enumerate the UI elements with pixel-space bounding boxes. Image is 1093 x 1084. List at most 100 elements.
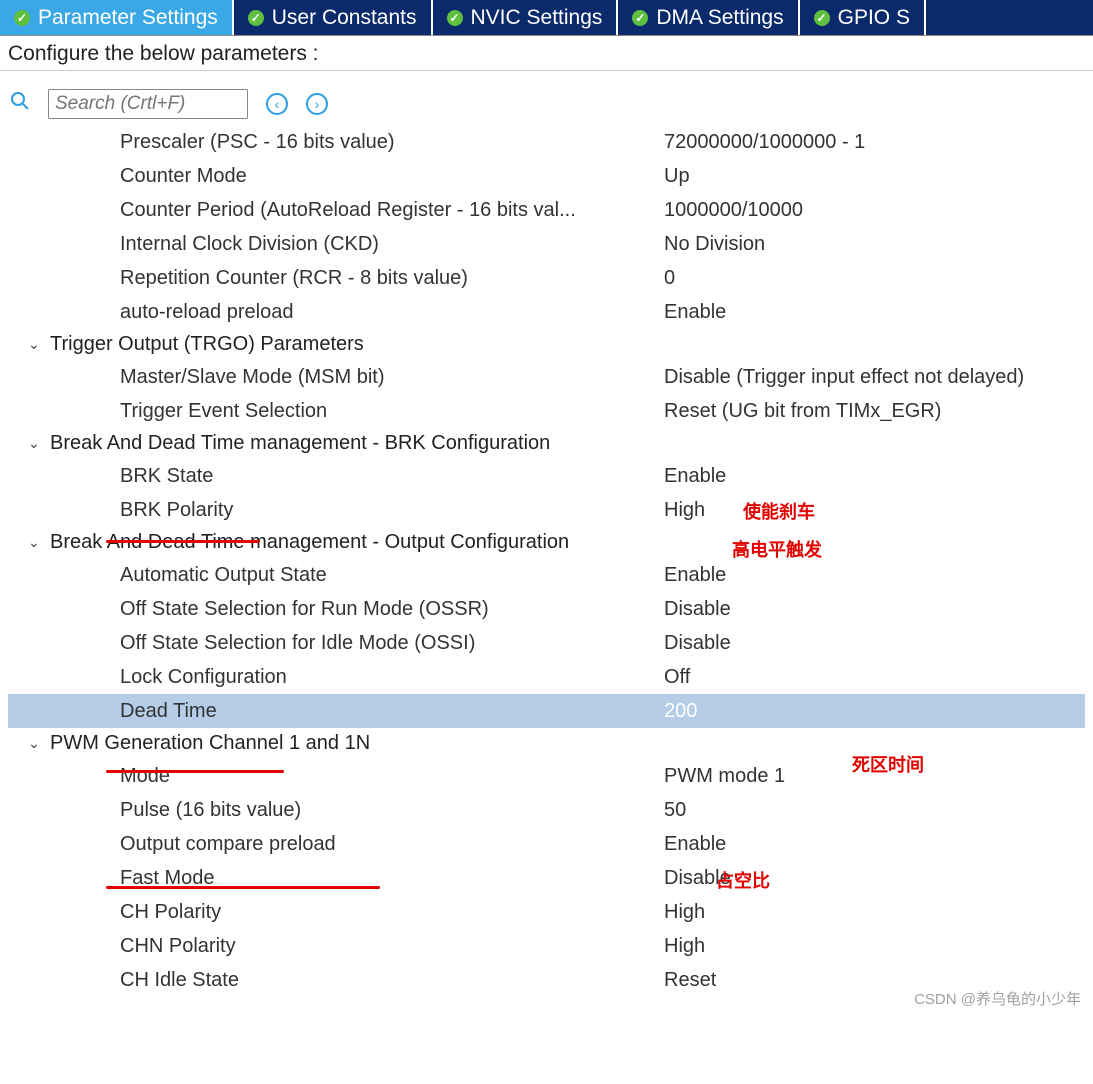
param-row[interactable]: Dead Time200 bbox=[8, 694, 1085, 728]
check-icon: ✓ bbox=[814, 10, 830, 26]
tab-parameter-settings[interactable]: ✓ Parameter Settings bbox=[0, 0, 234, 35]
param-row[interactable]: Fast ModeDisable bbox=[8, 861, 1085, 895]
param-row[interactable]: Internal Clock Division (CKD)No Division bbox=[8, 227, 1085, 261]
search-toolbar: ‹ › bbox=[0, 71, 1093, 125]
param-row[interactable]: Lock ConfigurationOff bbox=[8, 660, 1085, 694]
param-value[interactable]: Enable bbox=[664, 564, 1085, 587]
tab-label: User Constants bbox=[272, 6, 417, 30]
tab-nvic-settings[interactable]: ✓ NVIC Settings bbox=[433, 0, 619, 35]
annotation-underline bbox=[106, 540, 260, 543]
tab-gpio-settings[interactable]: ✓ GPIO S bbox=[800, 0, 926, 35]
param-value[interactable]: Enable bbox=[664, 301, 1085, 324]
param-label: Automatic Output State bbox=[120, 564, 664, 587]
param-value[interactable]: Enable bbox=[664, 833, 1085, 856]
param-row[interactable]: Counter Period (AutoReload Register - 16… bbox=[8, 193, 1085, 227]
param-label: Off State Selection for Run Mode (OSSR) bbox=[120, 598, 664, 621]
param-value[interactable]: 72000000/1000000 - 1 bbox=[664, 131, 1085, 154]
param-value[interactable]: 200 bbox=[664, 700, 1085, 723]
param-label: Lock Configuration bbox=[120, 666, 664, 689]
param-label: Master/Slave Mode (MSM bit) bbox=[120, 366, 664, 389]
param-label: CH Polarity bbox=[120, 901, 664, 924]
param-row[interactable]: Prescaler (PSC - 16 bits value)72000000/… bbox=[8, 125, 1085, 159]
group-title: PWM Generation Channel 1 and 1N bbox=[50, 732, 370, 755]
search-icon[interactable] bbox=[10, 91, 30, 117]
param-value[interactable]: 50 bbox=[664, 799, 1085, 822]
param-label: Repetition Counter (RCR - 8 bits value) bbox=[120, 267, 664, 290]
param-value[interactable]: Reset (UG bit from TIMx_EGR) bbox=[664, 400, 1085, 423]
param-row[interactable]: Output compare preloadEnable bbox=[8, 827, 1085, 861]
check-icon: ✓ bbox=[248, 10, 264, 26]
param-value[interactable]: 1000000/10000 bbox=[664, 199, 1085, 222]
param-row[interactable]: Repetition Counter (RCR - 8 bits value)0 bbox=[8, 261, 1085, 295]
chevron-down-icon: ⌄ bbox=[28, 435, 44, 452]
param-value[interactable]: Off bbox=[664, 666, 1085, 689]
group-header[interactable]: ⌄ Trigger Output (TRGO) Parameters bbox=[8, 329, 1085, 360]
group-header[interactable]: ⌄ Break And Dead Time management - BRK Co… bbox=[8, 428, 1085, 459]
param-value[interactable]: Disable (Trigger input effect not delaye… bbox=[664, 366, 1085, 389]
param-row[interactable]: CHN PolarityHigh bbox=[8, 929, 1085, 963]
check-icon: ✓ bbox=[632, 10, 648, 26]
tab-label: Parameter Settings bbox=[38, 6, 218, 30]
tab-bar: ✓ Parameter Settings ✓ User Constants ✓ … bbox=[0, 0, 1093, 36]
group-title: Break And Dead Time management - BRK Con… bbox=[50, 432, 550, 455]
param-label: Dead Time bbox=[120, 700, 664, 723]
param-value[interactable]: 0 bbox=[664, 267, 1085, 290]
param-value[interactable]: High bbox=[664, 901, 1085, 924]
parameter-tree: Prescaler (PSC - 16 bits value)72000000/… bbox=[0, 125, 1093, 1017]
param-label: BRK State bbox=[120, 465, 664, 488]
param-label: Mode bbox=[120, 765, 664, 788]
param-value[interactable]: Up bbox=[664, 165, 1085, 188]
tab-label: NVIC Settings bbox=[471, 6, 603, 30]
param-value[interactable]: Disable bbox=[664, 598, 1085, 621]
annotation-dead-time: 死区时间 bbox=[852, 751, 924, 777]
param-row[interactable]: BRK PolarityHigh bbox=[8, 493, 1085, 527]
param-row[interactable]: Counter ModeUp bbox=[8, 159, 1085, 193]
param-label: CH Idle State bbox=[120, 969, 664, 992]
chevron-down-icon: ⌄ bbox=[28, 534, 44, 551]
search-input[interactable] bbox=[48, 89, 248, 119]
param-label: Off State Selection for Idle Mode (OSSI) bbox=[120, 632, 664, 655]
param-label: CHN Polarity bbox=[120, 935, 664, 958]
param-row[interactable]: Off State Selection for Run Mode (OSSR)D… bbox=[8, 592, 1085, 626]
param-label: Internal Clock Division (CKD) bbox=[120, 233, 664, 256]
group-title: Trigger Output (TRGO) Parameters bbox=[50, 333, 364, 356]
tab-label: GPIO S bbox=[838, 6, 910, 30]
param-row[interactable]: Trigger Event SelectionReset (UG bit fro… bbox=[8, 394, 1085, 428]
param-row[interactable]: auto-reload preloadEnable bbox=[8, 295, 1085, 329]
param-label: BRK Polarity bbox=[120, 499, 664, 522]
param-value[interactable]: High bbox=[664, 935, 1085, 958]
watermark: CSDN @养乌龟的小少年 bbox=[914, 988, 1081, 1009]
tab-user-constants[interactable]: ✓ User Constants bbox=[234, 0, 433, 35]
param-label: Trigger Event Selection bbox=[120, 400, 664, 423]
param-value[interactable]: High bbox=[664, 499, 1085, 522]
param-row[interactable]: CH PolarityHigh bbox=[8, 895, 1085, 929]
annotation-underline bbox=[106, 770, 284, 773]
param-row[interactable]: Pulse (16 bits value)50 bbox=[8, 793, 1085, 827]
param-value[interactable]: Disable bbox=[664, 632, 1085, 655]
prev-match-button[interactable]: ‹ bbox=[266, 93, 288, 115]
param-row[interactable]: Automatic Output StateEnable bbox=[8, 558, 1085, 592]
param-row[interactable]: BRK StateEnable bbox=[8, 459, 1085, 493]
param-label: Prescaler (PSC - 16 bits value) bbox=[120, 131, 664, 154]
annotation-brk-high: 高电平触发 bbox=[732, 536, 822, 562]
check-icon: ✓ bbox=[447, 10, 463, 26]
param-label: Counter Mode bbox=[120, 165, 664, 188]
tab-label: DMA Settings bbox=[656, 6, 783, 30]
param-label: Counter Period (AutoReload Register - 16… bbox=[120, 199, 664, 222]
param-label: auto-reload preload bbox=[120, 301, 664, 324]
tab-dma-settings[interactable]: ✓ DMA Settings bbox=[618, 0, 799, 35]
param-value[interactable]: No Division bbox=[664, 233, 1085, 256]
annotation-brk-enable: 使能刹车 bbox=[743, 498, 815, 524]
param-label: Pulse (16 bits value) bbox=[120, 799, 664, 822]
param-row[interactable]: Master/Slave Mode (MSM bit)Disable (Trig… bbox=[8, 360, 1085, 394]
next-match-button[interactable]: › bbox=[306, 93, 328, 115]
annotation-underline bbox=[106, 886, 380, 889]
check-icon: ✓ bbox=[14, 10, 30, 26]
config-subtitle: Configure the below parameters : bbox=[0, 36, 1093, 71]
param-label: Output compare preload bbox=[120, 833, 664, 856]
param-value[interactable]: Enable bbox=[664, 465, 1085, 488]
chevron-down-icon: ⌄ bbox=[28, 336, 44, 353]
param-row[interactable]: Off State Selection for Idle Mode (OSSI)… bbox=[8, 626, 1085, 660]
chevron-down-icon: ⌄ bbox=[28, 735, 44, 752]
annotation-duty-cycle: 占空比 bbox=[716, 867, 770, 893]
